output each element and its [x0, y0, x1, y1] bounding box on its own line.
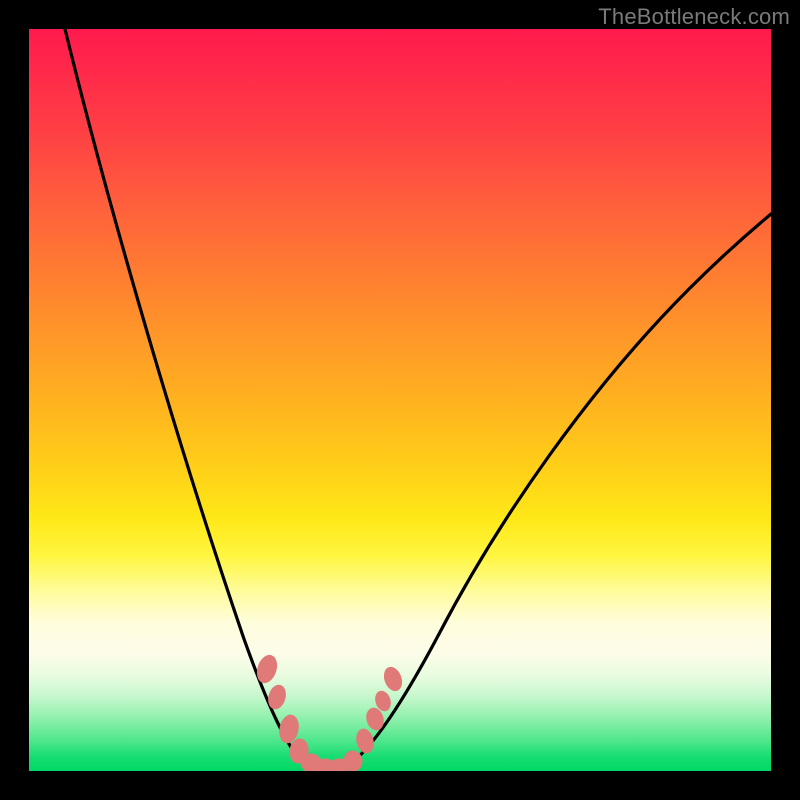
watermark-text: TheBottleneck.com: [598, 4, 790, 30]
curve-layer: [29, 29, 771, 771]
plot-area: [29, 29, 771, 771]
bottleneck-curve: [65, 29, 771, 768]
chart-frame: TheBottleneck.com: [0, 0, 800, 800]
marker-group: [254, 653, 405, 771]
